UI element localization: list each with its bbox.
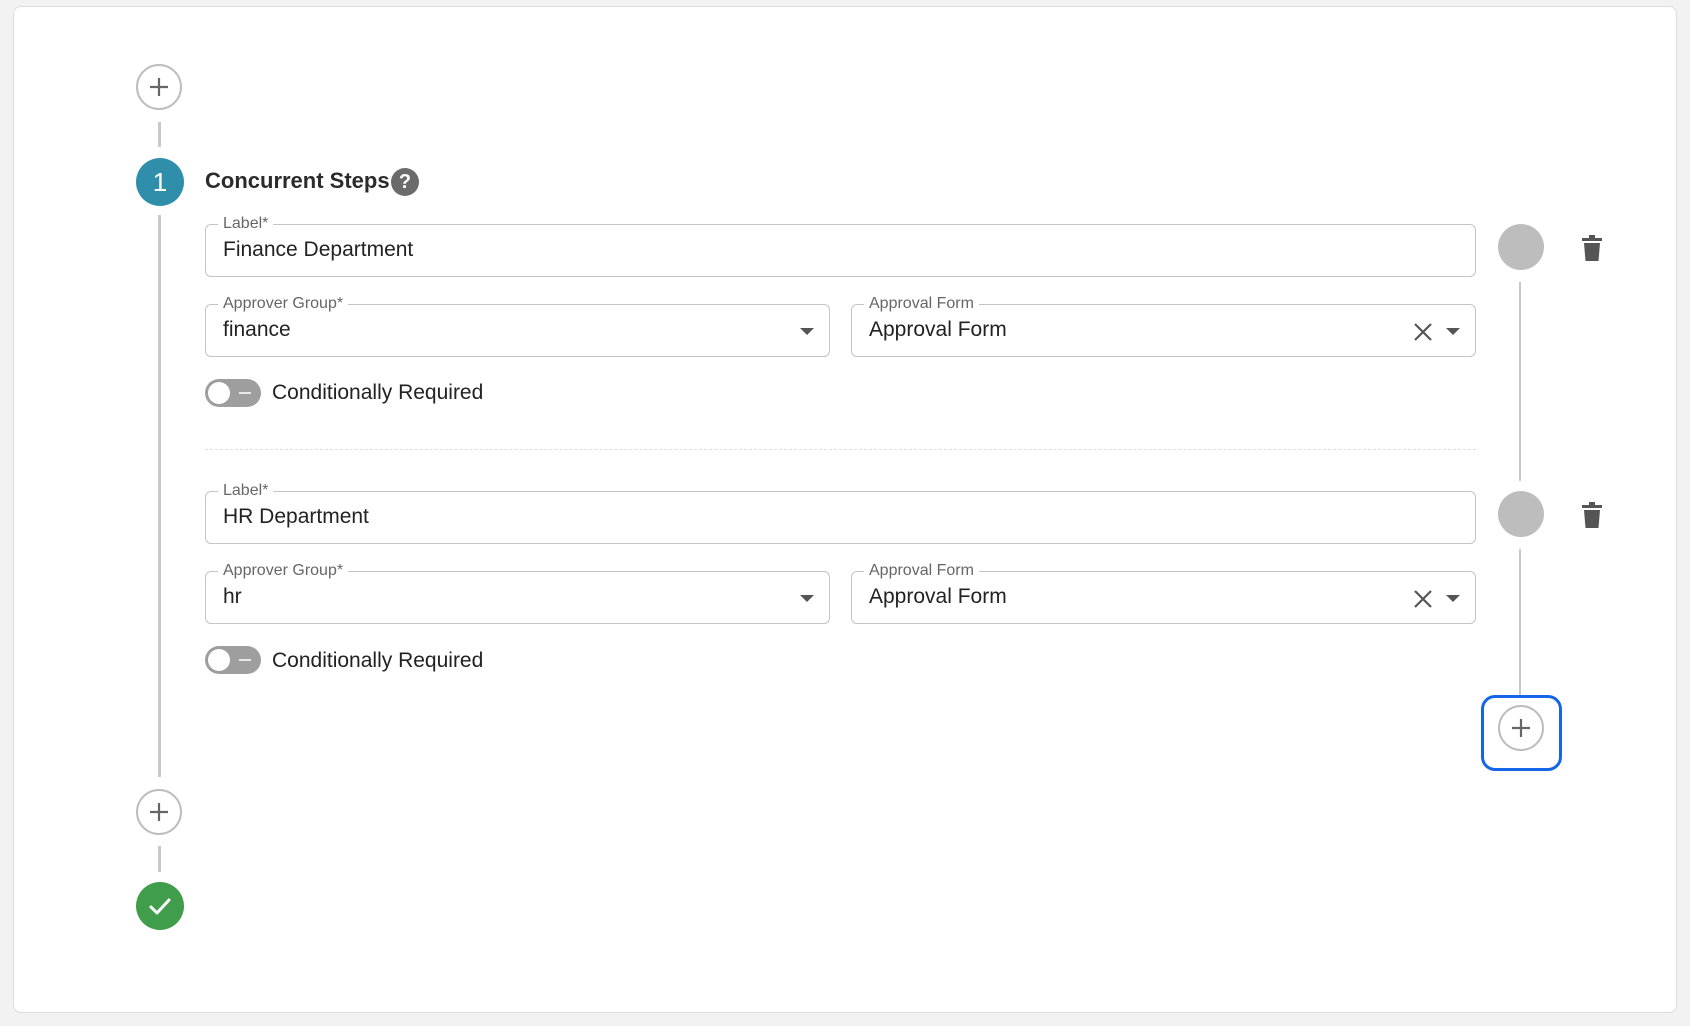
conditionally-required-toggle[interactable] [205,646,261,674]
toggle-knob [208,382,230,404]
toggle-knob [208,649,230,671]
toggle-off-mark [239,392,251,394]
approver-group-value: hr [223,585,242,608]
approval-form-value: Approval Form [869,318,1007,341]
timeline-connector [158,846,161,872]
label-caption: Label* [218,215,274,233]
step-connector [1519,549,1521,697]
approver-group-select[interactable]: Approver Group* finance [205,295,830,357]
toggle-off-mark [239,659,251,661]
plus-icon [150,78,168,96]
add-step-after-button[interactable] [136,789,182,835]
label-caption: Label* [218,482,274,500]
step-connector [1519,282,1521,481]
conditionally-required-label: Conditionally Required [272,649,484,672]
approver-group-select[interactable]: Approver Group* hr [205,562,830,624]
label-value: HR Department [223,505,369,528]
chevron-down-icon[interactable] [1446,595,1460,602]
add-concurrent-step-button[interactable] [1498,705,1544,751]
approval-form-select[interactable]: Approval Form Approval Form [851,562,1476,624]
timeline-connector [158,122,161,147]
approver-group-caption: Approver Group* [218,562,349,580]
plus-icon [1512,719,1530,737]
chevron-down-icon[interactable] [800,328,814,335]
approval-form-caption: Approval Form [864,295,979,313]
step-number-badge: 1 [136,158,184,206]
approval-form-caption: Approval Form [864,562,979,580]
conditionally-required-toggle[interactable] [205,379,261,407]
step-divider [205,449,1476,450]
help-icon[interactable]: ? [391,168,419,196]
chevron-down-icon[interactable] [1446,328,1460,335]
check-icon [149,898,171,915]
approval-form-value: Approval Form [869,585,1007,608]
label-value: Finance Department [223,238,414,261]
approver-group-value: finance [223,318,291,341]
step-order-handle[interactable] [1498,491,1544,537]
conditionally-required-label: Conditionally Required [272,381,484,404]
clear-icon[interactable] [1411,587,1435,611]
chevron-down-icon[interactable] [800,595,814,602]
label-field[interactable]: Label* Finance Department [205,215,1476,277]
section-title: Concurrent Steps [205,168,390,193]
workflow-complete-badge [136,882,184,930]
clear-icon[interactable] [1411,320,1435,344]
plus-icon [150,803,168,821]
label-field[interactable]: Label* HR Department [205,482,1476,544]
step-number: 1 [152,166,168,197]
help-glyph: ? [398,170,412,193]
add-step-before-button[interactable] [136,64,182,110]
approval-form-select[interactable]: Approval Form Approval Form [851,295,1476,357]
trash-icon[interactable] [1581,501,1603,529]
timeline-connector [158,215,161,777]
approver-group-caption: Approver Group* [218,295,349,313]
trash-icon[interactable] [1581,234,1603,262]
step-order-handle[interactable] [1498,224,1544,270]
